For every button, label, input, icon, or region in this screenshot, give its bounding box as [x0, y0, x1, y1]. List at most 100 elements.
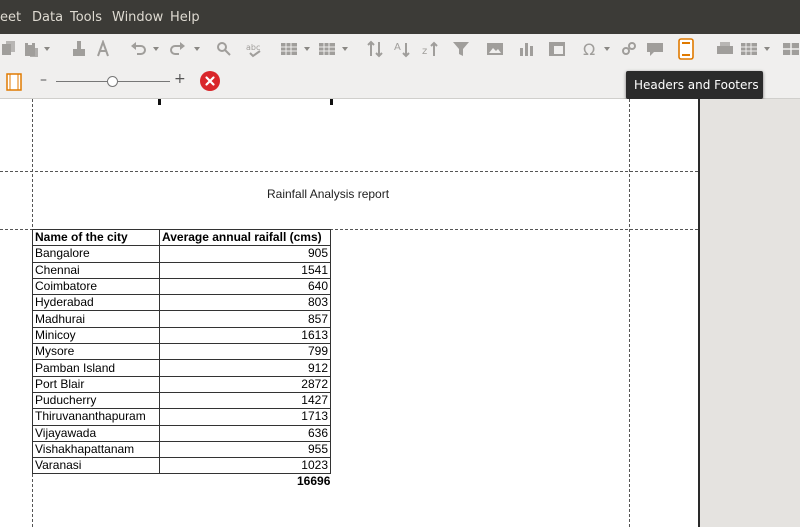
freeze-rows-icon[interactable]: [740, 40, 758, 58]
comment-icon[interactable]: [646, 40, 664, 58]
city-cell: Port Blair: [32, 375, 160, 393]
zoom-out-button[interactable]: –: [40, 72, 47, 88]
rainfall-cell: 636: [159, 424, 331, 442]
table-row: Minicoy 1613: [32, 326, 331, 345]
table-row: Vishakhapattanam 955: [32, 440, 331, 459]
city-cell: Madhurai: [32, 310, 160, 328]
close-preview-button[interactable]: [200, 71, 220, 91]
special-character-dropdown[interactable]: [604, 47, 610, 51]
hyperlink-icon[interactable]: [620, 40, 638, 58]
rainfall-cell: 803: [159, 294, 331, 312]
clone-formatting-icon[interactable]: [70, 40, 88, 58]
page: Rainfall Analysis report Name of the cit…: [0, 99, 700, 527]
copy-icon[interactable]: [0, 40, 18, 58]
table-row: Bangalore 905: [32, 245, 331, 263]
menu-bar: eet Data Tools Window Help: [0, 0, 800, 34]
menu-tools[interactable]: Tools: [70, 10, 102, 25]
tooltip: Headers and Footers: [626, 71, 763, 99]
column-dropdown[interactable]: [342, 47, 348, 51]
rainfall-cell: 955: [159, 440, 331, 459]
margins-icon[interactable]: [6, 73, 22, 91]
table-row: Varanasi 1023: [32, 457, 331, 475]
pivot-table-icon[interactable]: [548, 40, 566, 58]
city-cell: Chennai: [32, 261, 160, 279]
table-row: Pamban Island 912: [32, 359, 331, 377]
table-row: Vijayawada 636: [32, 424, 331, 442]
split-window-icon[interactable]: [782, 40, 800, 58]
menu-data[interactable]: Data: [32, 10, 63, 25]
right-margin-line[interactable]: [629, 99, 630, 527]
freeze-dropdown[interactable]: [764, 47, 770, 51]
header-margin-line[interactable]: [0, 171, 698, 172]
city-cell: Hyderabad: [32, 294, 160, 312]
row-icon[interactable]: [280, 40, 298, 58]
rainfall-cell: 912: [159, 359, 331, 377]
rainfall-cell: 1541: [159, 261, 331, 279]
headers-and-footers-icon[interactable]: [676, 38, 696, 60]
page-preview-area: Rainfall Analysis report Name of the cit…: [0, 99, 800, 527]
svg-text:Ω: Ω: [583, 40, 595, 58]
header-city: Name of the city: [32, 228, 160, 247]
city-cell: Bangalore: [32, 245, 160, 263]
city-cell: Puducherry: [32, 391, 160, 410]
rainfall-total: 16696: [297, 474, 331, 488]
svg-text:z: z: [422, 46, 427, 57]
column-icon[interactable]: [318, 40, 336, 58]
sort-ascending-icon[interactable]: A: [394, 40, 412, 58]
menu-help[interactable]: Help: [170, 10, 200, 25]
close-icon: [205, 76, 215, 86]
table-row: Port Blair 2872: [32, 375, 331, 393]
insert-image-icon[interactable]: [486, 40, 504, 58]
sort-descending-icon[interactable]: z: [422, 40, 440, 58]
rainfall-cell: 1023: [159, 457, 331, 475]
margin-handle-left[interactable]: [158, 99, 161, 105]
table-row: Coimbatore 640: [32, 277, 331, 296]
rainfall-cell: 857: [159, 310, 331, 328]
paste-dropdown[interactable]: [44, 47, 50, 51]
rainfall-cell: 1427: [159, 391, 331, 410]
undo-icon[interactable]: [130, 40, 148, 58]
table-header-row: Name of the city Average annual raifall …: [32, 228, 331, 247]
rainfall-cell: 2872: [159, 375, 331, 393]
paste-icon[interactable]: [22, 40, 40, 58]
row-dropdown[interactable]: [304, 47, 310, 51]
redo-icon[interactable]: [168, 40, 186, 58]
find-replace-icon[interactable]: [215, 40, 233, 58]
city-cell: Thiruvananthapuram: [32, 408, 160, 426]
table-row: Thiruvananthapuram 1713: [32, 408, 331, 426]
clear-formatting-icon[interactable]: [95, 40, 113, 58]
city-cell: Minicoy: [32, 326, 160, 345]
city-cell: Vishakhapattanam: [32, 440, 160, 459]
rainfall-cell: 799: [159, 343, 331, 361]
margin-handle-right[interactable]: [330, 99, 333, 105]
special-character-icon[interactable]: Ω: [582, 40, 600, 58]
rainfall-cell: 640: [159, 277, 331, 296]
header-rainfall: Average annual raifall (cms): [159, 228, 331, 247]
spelling-icon[interactable]: abc: [246, 40, 264, 58]
city-cell: Vijayawada: [32, 424, 160, 442]
standard-toolbar: abc A z Ω: [0, 34, 800, 99]
rainfall-cell: 1713: [159, 408, 331, 426]
tooltip-text: Headers and Footers: [634, 78, 759, 92]
table-row: Hyderabad 803: [32, 294, 331, 312]
zoom-slider-handle[interactable]: [107, 76, 118, 87]
city-cell: Varanasi: [32, 457, 160, 475]
table-row: Chennai 1541: [32, 261, 331, 279]
sort-icon[interactable]: [366, 40, 384, 58]
rainfall-table: Name of the city Average annual raifall …: [32, 228, 331, 475]
report-title: Rainfall Analysis report: [267, 187, 390, 201]
menu-window[interactable]: Window: [112, 10, 163, 25]
city-cell: Mysore: [32, 343, 160, 361]
table-row: Madhurai 857: [32, 310, 331, 328]
svg-text:abc: abc: [246, 43, 260, 52]
insert-chart-icon[interactable]: [518, 40, 536, 58]
print-icon[interactable]: [716, 40, 734, 58]
city-cell: Coimbatore: [32, 277, 160, 296]
table-row: Mysore 799: [32, 343, 331, 361]
undo-dropdown[interactable]: [153, 47, 159, 51]
autofilter-icon[interactable]: [452, 40, 470, 58]
redo-dropdown[interactable]: [194, 47, 200, 51]
city-cell: Pamban Island: [32, 359, 160, 377]
menu-sheet[interactable]: eet: [0, 10, 21, 25]
zoom-in-button[interactable]: +: [174, 71, 186, 87]
